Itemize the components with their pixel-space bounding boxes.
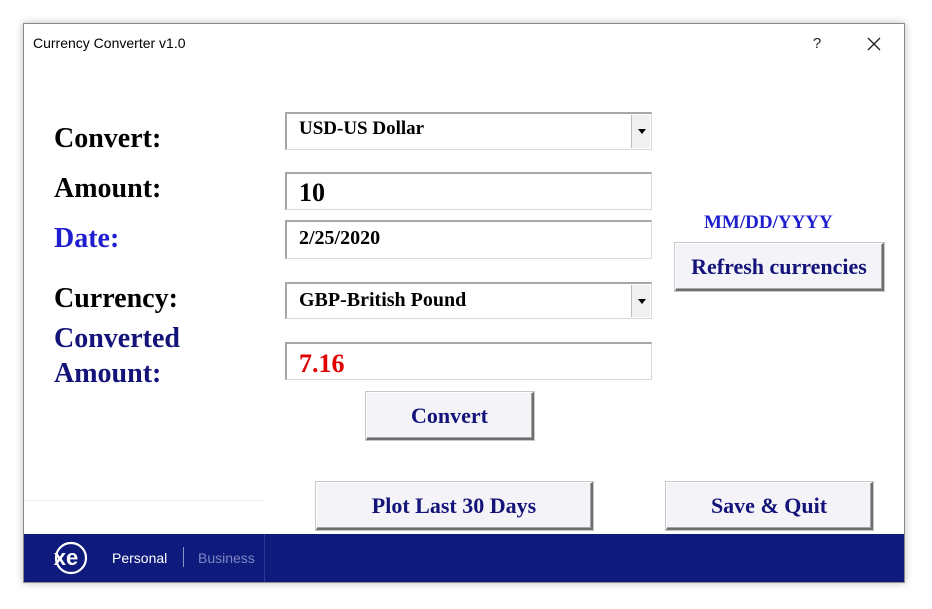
converted-label-line2: Amount: (54, 358, 162, 389)
date-format-hint: MM/DD/YYYY (704, 212, 833, 233)
date-input[interactable]: 2/25/2020 (285, 220, 652, 259)
refresh-currencies-button[interactable]: Refresh currencies (675, 243, 884, 291)
svg-text:xe: xe (54, 545, 78, 570)
footer-divider-line (264, 534, 265, 582)
to-currency-dropdown-button[interactable] (631, 285, 650, 317)
from-currency-dropdown-button[interactable] (631, 115, 650, 148)
amount-input[interactable]: 10 (285, 172, 652, 210)
chevron-down-icon (638, 299, 646, 304)
footer-divider (24, 500, 264, 501)
nav-business-link[interactable]: Business (198, 550, 255, 566)
footer-bar: xe Personal Business (24, 534, 904, 582)
convert-button[interactable]: Convert (366, 392, 534, 440)
converted-amount-field: 7.16 (285, 342, 652, 380)
nav-separator (183, 547, 184, 567)
amount-label: Amount: (54, 173, 162, 204)
plot-last-30-days-button[interactable]: Plot Last 30 Days (316, 482, 593, 530)
convert-label: Convert: (54, 123, 162, 154)
chevron-down-icon (638, 129, 646, 134)
to-currency-value: GBP-British Pound (299, 289, 467, 311)
title-bar: Currency Converter v1.0 ? (24, 24, 904, 62)
close-button[interactable] (854, 30, 894, 58)
help-button[interactable]: ? (797, 30, 837, 58)
window-title: Currency Converter v1.0 (33, 35, 186, 51)
currency-label: Currency: (54, 283, 178, 314)
close-icon (867, 37, 881, 51)
nav-personal-link[interactable]: Personal (112, 550, 167, 566)
converted-label-line1: Converted (54, 323, 180, 354)
to-currency-select[interactable]: GBP-British Pound (285, 282, 652, 319)
save-quit-button[interactable]: Save & Quit (666, 482, 873, 530)
xe-logo: xe (38, 539, 90, 577)
from-currency-value: USD-US Dollar (299, 118, 425, 139)
from-currency-select[interactable]: USD-US Dollar (285, 112, 652, 150)
date-label: Date: (54, 223, 120, 254)
currency-converter-window: Currency Converter v1.0 ? Convert: Amoun… (23, 23, 905, 583)
xe-logo-icon: xe (54, 541, 88, 575)
